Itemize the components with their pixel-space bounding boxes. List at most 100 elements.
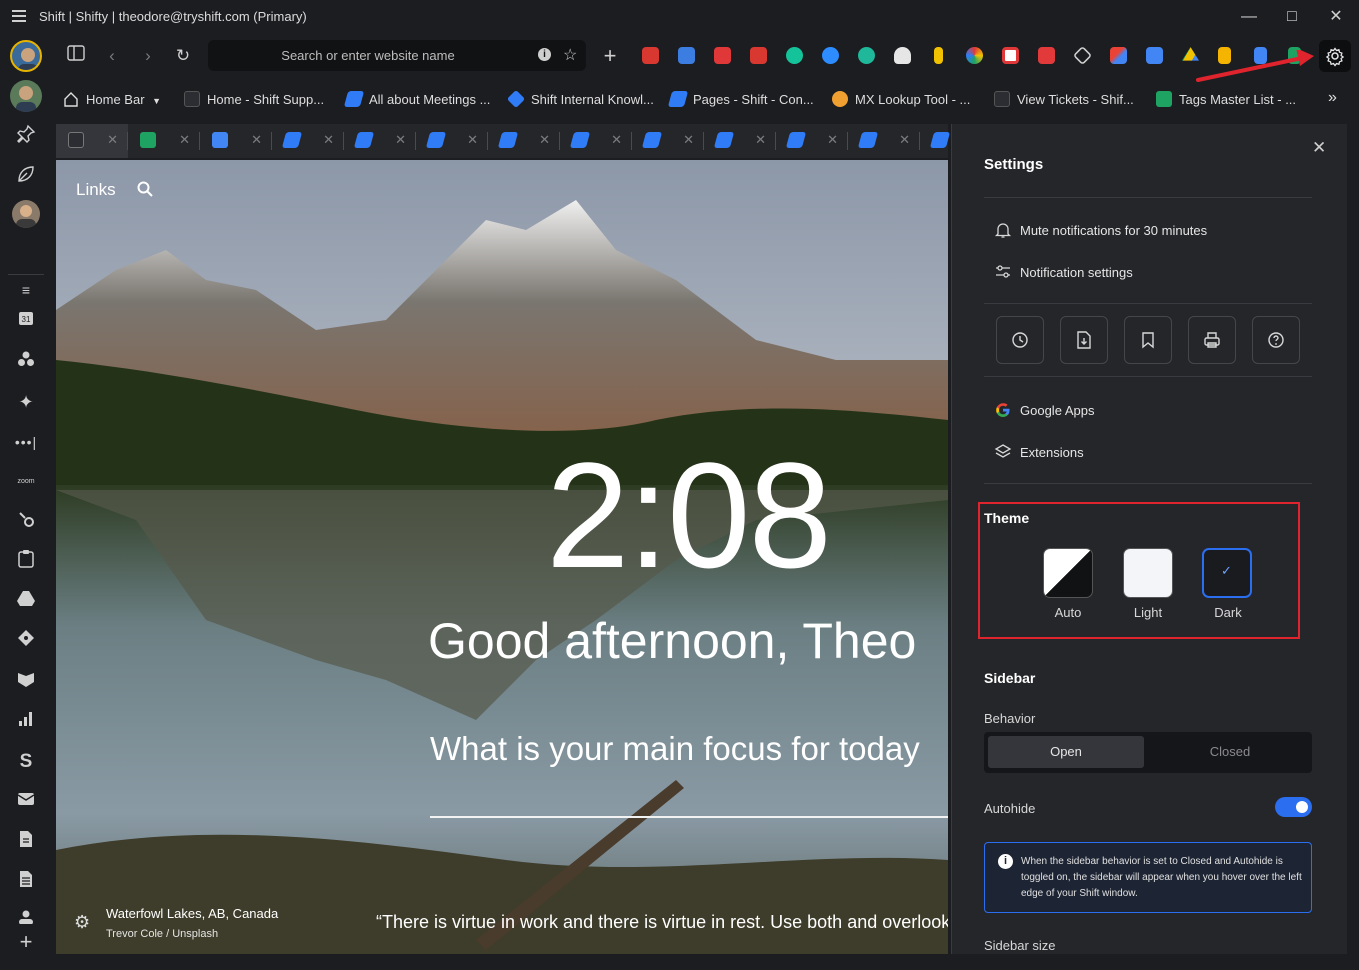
bookmark-home-bar[interactable]: Home Bar ▼ bbox=[63, 91, 161, 111]
avatar-primary-account[interactable] bbox=[10, 40, 42, 72]
mail-app-icon[interactable] bbox=[14, 790, 38, 814]
tab[interactable]: ✕ bbox=[344, 124, 416, 158]
close-icon[interactable]: ✕ bbox=[899, 132, 910, 148]
sheets-app-icon[interactable] bbox=[14, 870, 38, 894]
tab[interactable]: ✕ bbox=[632, 124, 704, 158]
minimize-button[interactable]: — bbox=[1238, 6, 1260, 28]
avatar-secondary-account[interactable] bbox=[10, 80, 42, 112]
add-app-icon[interactable]: + bbox=[14, 930, 38, 954]
print-button[interactable] bbox=[1188, 316, 1236, 364]
color-picker-extension-icon[interactable] bbox=[966, 47, 983, 64]
bookmark-item[interactable]: Home - Shift Supp... bbox=[184, 91, 324, 111]
theme-auto-option[interactable] bbox=[1043, 548, 1093, 598]
close-window-button[interactable]: ✕ bbox=[1325, 6, 1347, 28]
tab[interactable]: ✕ bbox=[272, 124, 344, 158]
theme-light-option[interactable] bbox=[1123, 548, 1173, 598]
extension-dots-icon[interactable] bbox=[714, 47, 731, 64]
asana-app-icon[interactable] bbox=[14, 510, 38, 534]
theme-dark-option[interactable]: ✓ bbox=[1202, 548, 1252, 598]
leaf-icon[interactable] bbox=[14, 164, 38, 188]
g-extension-icon[interactable] bbox=[1038, 47, 1055, 64]
tab-active[interactable]: ✕ bbox=[56, 124, 128, 158]
new-tab-icon[interactable]: + bbox=[598, 44, 622, 68]
behavior-open-option[interactable]: Open bbox=[988, 736, 1144, 768]
tab[interactable]: ✕ bbox=[704, 124, 776, 158]
close-icon[interactable]: ✕ bbox=[107, 132, 118, 148]
cloud-extension-icon[interactable] bbox=[894, 47, 911, 64]
search-input[interactable] bbox=[208, 40, 528, 71]
bookmark-item[interactable]: All about Meetings ... bbox=[343, 91, 490, 111]
help-button[interactable] bbox=[1252, 316, 1300, 364]
site-info-icon[interactable]: i bbox=[538, 48, 551, 61]
forward-icon[interactable]: › bbox=[136, 44, 160, 68]
todoist-extension-icon[interactable] bbox=[642, 47, 659, 64]
calendar-extension-icon[interactable] bbox=[1146, 47, 1163, 64]
diamond-app-icon[interactable] bbox=[14, 630, 38, 654]
shield-app-icon[interactable] bbox=[14, 670, 38, 694]
bookmark-item[interactable]: View Tickets - Shif... bbox=[994, 91, 1134, 111]
close-icon[interactable]: ✕ bbox=[683, 132, 694, 148]
photo-credit[interactable]: Trevor Cole / Unsplash bbox=[106, 928, 218, 940]
tab[interactable]: ✕ bbox=[488, 124, 560, 158]
bookmark-item[interactable]: MX Lookup Tool - ... bbox=[832, 91, 970, 111]
bookmarks-button[interactable] bbox=[1124, 316, 1172, 364]
close-icon[interactable]: ✕ bbox=[323, 132, 334, 148]
extension-stack-icon[interactable] bbox=[750, 47, 767, 64]
tab[interactable]: ✕ bbox=[848, 124, 920, 158]
bookmark-item[interactable]: Pages - Shift - Con... bbox=[667, 91, 814, 111]
search-icon[interactable] bbox=[136, 180, 154, 203]
avatar-contact[interactable] bbox=[12, 200, 40, 228]
gmail-extension-icon[interactable] bbox=[1110, 47, 1127, 64]
bookmark-item[interactable]: Shift Internal Knowl... bbox=[506, 89, 654, 111]
gear-icon[interactable]: ⚙ bbox=[74, 912, 90, 933]
settings-button[interactable] bbox=[1319, 40, 1351, 72]
tab[interactable]: ✕ bbox=[776, 124, 848, 158]
workplace-app-icon[interactable] bbox=[14, 350, 38, 374]
focus-input[interactable] bbox=[430, 816, 948, 818]
tab[interactable]: ✕ bbox=[416, 124, 488, 158]
pin-icon[interactable] bbox=[14, 124, 38, 148]
slack-app-icon[interactable]: ✦ bbox=[14, 390, 38, 414]
close-icon[interactable]: ✕ bbox=[539, 132, 550, 148]
bookmark-item[interactable]: Tags Master List - ... bbox=[1156, 91, 1296, 111]
analytics-app-icon[interactable] bbox=[14, 710, 38, 734]
m-extension-icon[interactable] bbox=[858, 47, 875, 64]
close-icon[interactable]: ✕ bbox=[395, 132, 406, 148]
drive-app-icon[interactable] bbox=[14, 590, 38, 614]
close-icon[interactable]: ✕ bbox=[251, 132, 262, 148]
more-apps-icon[interactable]: •••| bbox=[14, 430, 38, 454]
layers-extension-icon[interactable] bbox=[1072, 45, 1093, 66]
close-icon[interactable]: ✕ bbox=[755, 132, 766, 148]
calendar-app-icon[interactable]: 31 bbox=[14, 310, 38, 334]
grammarly-extension-icon[interactable] bbox=[786, 47, 803, 64]
marker-extension-icon[interactable] bbox=[934, 47, 943, 64]
downloads-button[interactable] bbox=[1060, 316, 1108, 364]
tab[interactable]: ✕ bbox=[128, 124, 200, 158]
close-icon[interactable]: ✕ bbox=[1312, 138, 1326, 158]
more-bookmarks-icon[interactable]: » bbox=[1328, 89, 1337, 109]
s-app-icon[interactable]: S bbox=[14, 750, 38, 774]
history-button[interactable] bbox=[996, 316, 1044, 364]
back-icon[interactable]: ‹ bbox=[100, 44, 124, 68]
bookmark-star-icon[interactable]: ☆ bbox=[563, 45, 577, 65]
close-icon[interactable]: ✕ bbox=[467, 132, 478, 148]
c-extension-icon[interactable] bbox=[1002, 47, 1019, 64]
links-label[interactable]: Links bbox=[76, 180, 116, 200]
clipboard-app-icon[interactable] bbox=[14, 550, 38, 574]
drag-handle-icon[interactable]: ≡ bbox=[14, 278, 38, 302]
autohide-toggle[interactable] bbox=[1275, 797, 1312, 817]
zoom-app-icon[interactable]: zoom bbox=[14, 470, 38, 494]
sidebar-toggle-icon[interactable] bbox=[64, 44, 88, 68]
zoom-extension-icon[interactable] bbox=[822, 47, 839, 64]
tab[interactable]: ✕ bbox=[200, 124, 272, 158]
tab[interactable]: ✕ bbox=[560, 124, 632, 158]
hamburger-menu-icon[interactable] bbox=[12, 10, 26, 22]
close-icon[interactable]: ✕ bbox=[611, 132, 622, 148]
behavior-closed-option[interactable]: Closed bbox=[1152, 736, 1308, 768]
extension-blocks-icon[interactable] bbox=[678, 47, 695, 64]
close-icon[interactable]: ✕ bbox=[179, 132, 190, 148]
docs-app-icon[interactable] bbox=[14, 830, 38, 854]
close-icon[interactable]: ✕ bbox=[827, 132, 838, 148]
maximize-button[interactable]: □ bbox=[1281, 6, 1303, 28]
reload-icon[interactable]: ↻ bbox=[171, 44, 195, 68]
